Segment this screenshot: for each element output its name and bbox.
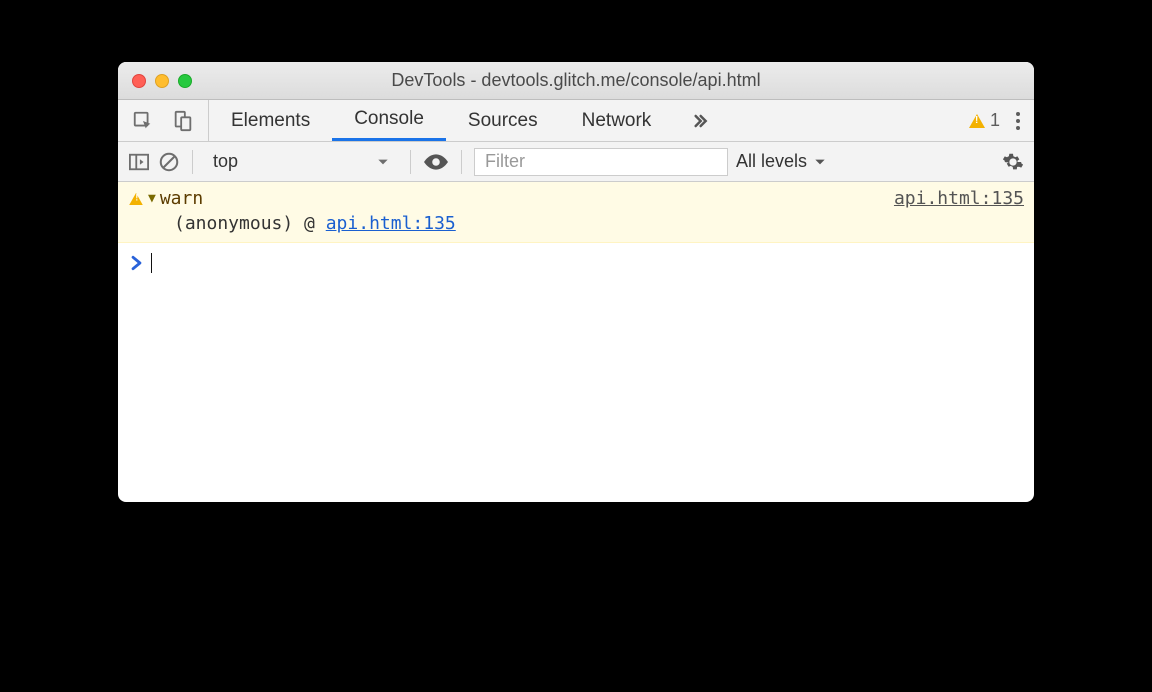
source-link[interactable]: api.html:135	[894, 188, 1024, 209]
console-toolbar: top All levels	[118, 142, 1034, 182]
devtools-window: DevTools - devtools.glitch.me/console/ap…	[118, 62, 1034, 502]
tabrow-left	[118, 100, 209, 141]
settings-menu-button[interactable]	[1016, 112, 1020, 130]
device-icon[interactable]	[172, 110, 194, 132]
traffic-lights	[118, 74, 192, 88]
zoom-button[interactable]	[178, 74, 192, 88]
tab-sources[interactable]: Sources	[446, 100, 560, 141]
disclosure-triangle[interactable]: ▼	[148, 191, 156, 206]
filter-input[interactable]	[474, 148, 728, 176]
console-prompt[interactable]	[118, 243, 1034, 283]
stack-frame-link[interactable]: api.html:135	[326, 213, 456, 234]
levels-label: All levels	[736, 151, 807, 172]
sidebar-toggle-icon[interactable]	[128, 152, 150, 172]
titlebar: DevTools - devtools.glitch.me/console/ap…	[118, 62, 1034, 100]
clear-console-icon[interactable]	[158, 151, 180, 173]
tabs: Elements Console Sources Network	[209, 100, 673, 141]
stack-trace: (anonymous) @ api.html:135	[128, 213, 1024, 234]
divider	[461, 150, 462, 174]
console-warning-message: ▼ warn api.html:135 (anonymous) @ api.ht…	[118, 182, 1034, 243]
message-header: ▼ warn api.html:135	[128, 188, 1024, 209]
warning-icon	[969, 114, 985, 128]
tab-bar: Elements Console Sources Network 1	[118, 100, 1034, 142]
console-body: ▼ warn api.html:135 (anonymous) @ api.ht…	[118, 182, 1034, 502]
live-expression-icon[interactable]	[423, 152, 449, 172]
close-button[interactable]	[132, 74, 146, 88]
chevron-down-icon	[376, 155, 390, 169]
warnings-count: 1	[990, 110, 1000, 131]
input-caret	[151, 253, 152, 273]
divider	[410, 150, 411, 174]
more-tabs-button[interactable]	[673, 100, 725, 141]
minimize-button[interactable]	[155, 74, 169, 88]
warning-icon	[129, 193, 143, 205]
tab-console[interactable]: Console	[332, 100, 446, 141]
chevron-down-icon	[813, 155, 827, 169]
context-value: top	[213, 151, 238, 172]
tab-network[interactable]: Network	[560, 100, 674, 141]
context-selector[interactable]: top	[205, 148, 398, 176]
window-title: DevTools - devtools.glitch.me/console/ap…	[118, 70, 1034, 91]
inspect-icon[interactable]	[132, 110, 154, 132]
prompt-chevron-icon	[130, 255, 143, 271]
divider	[192, 150, 193, 174]
message-label: warn	[160, 188, 203, 209]
tab-elements[interactable]: Elements	[209, 100, 332, 141]
warnings-badge[interactable]: 1	[969, 110, 1000, 131]
log-levels-selector[interactable]: All levels	[736, 151, 827, 172]
console-settings-icon[interactable]	[1002, 151, 1024, 173]
stack-frame-prefix: (anonymous) @	[174, 213, 326, 234]
tabrow-right: 1	[955, 100, 1034, 141]
